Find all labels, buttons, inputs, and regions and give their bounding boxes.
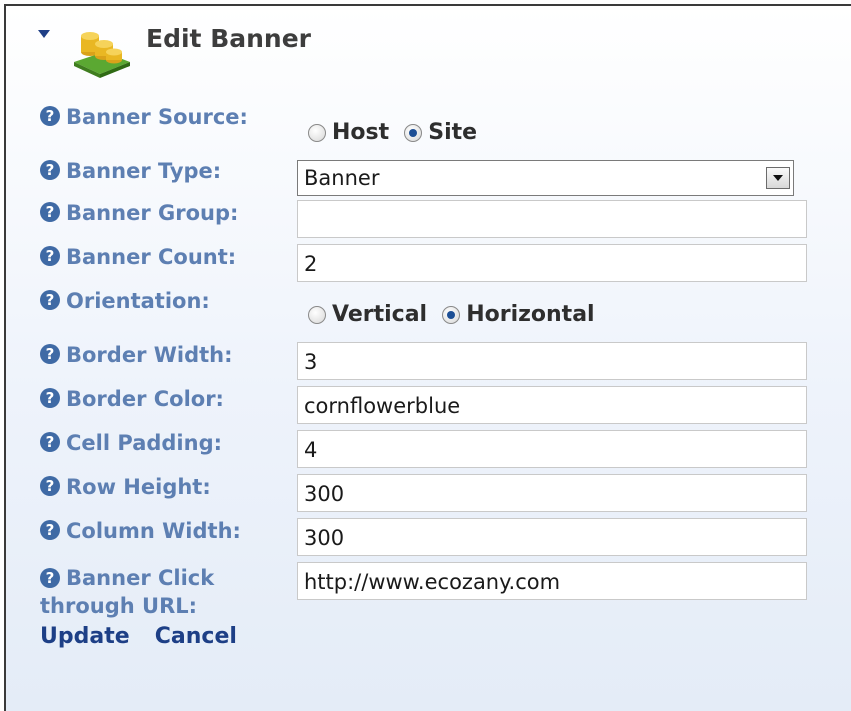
label-banner-source: Banner Source: xyxy=(66,105,248,129)
help-icon[interactable]: ? xyxy=(40,246,60,266)
radio-vertical-label[interactable]: Vertical xyxy=(332,302,427,327)
label-orientation: Orientation: xyxy=(66,289,210,313)
help-icon[interactable]: ? xyxy=(40,432,60,452)
radio-vertical[interactable] xyxy=(308,305,326,324)
banner-count-input[interactable]: 2 xyxy=(297,244,807,282)
banner-source-radio-group: Host Site xyxy=(308,120,487,145)
update-link[interactable]: Update xyxy=(40,624,130,649)
label-banner-group: Banner Group: xyxy=(66,201,239,225)
collapse-arrow-icon[interactable] xyxy=(38,30,50,38)
label-border-width: Border Width: xyxy=(66,343,233,367)
border-color-input[interactable]: cornflowerblue xyxy=(297,386,807,424)
border-width-input[interactable]: 3 xyxy=(297,342,807,380)
label-column-width: Column Width: xyxy=(66,519,241,543)
label-click-url-line1: Banner Click xyxy=(66,566,215,590)
column-width-input[interactable]: 300 xyxy=(297,518,807,556)
row-row-height: ? Row Height: xyxy=(40,476,211,498)
row-border-color: ? Border Color: xyxy=(40,388,224,410)
coins-stack-icon xyxy=(74,32,130,78)
banner-type-select[interactable]: Banner xyxy=(297,160,794,196)
label-cell-padding: Cell Padding: xyxy=(66,431,223,455)
radio-host[interactable] xyxy=(308,123,326,142)
banner-type-selected-value: Banner xyxy=(304,166,380,190)
label-banner-type: Banner Type: xyxy=(66,159,222,183)
radio-host-label[interactable]: Host xyxy=(332,120,389,145)
row-banner-source: ? Banner Source: xyxy=(40,106,248,128)
help-icon[interactable]: ? xyxy=(40,568,60,588)
row-cell-padding: ? Cell Padding: xyxy=(40,432,222,454)
form-actions: Update Cancel xyxy=(40,624,257,649)
radio-site-label[interactable]: Site xyxy=(428,120,477,145)
radio-horizontal[interactable] xyxy=(442,305,461,324)
help-icon[interactable]: ? xyxy=(40,344,60,364)
row-banner-group: ? Banner Group: xyxy=(40,202,238,224)
page-title: Edit Banner xyxy=(146,24,312,53)
cancel-link[interactable]: Cancel xyxy=(155,624,237,649)
row-border-width: ? Border Width: xyxy=(40,344,233,366)
row-orientation: ? Orientation: xyxy=(40,290,210,312)
chevron-down-icon[interactable] xyxy=(766,167,790,189)
click-url-input[interactable]: http://www.ecozany.com xyxy=(297,562,807,600)
orientation-radio-group: Vertical Horizontal xyxy=(308,302,605,327)
label-click-url: ? Banner Click through URL: xyxy=(40,564,290,620)
help-icon[interactable]: ? xyxy=(40,388,60,408)
label-click-url-line2: through URL: xyxy=(40,594,198,618)
row-column-width: ? Column Width: xyxy=(40,520,241,542)
row-banner-count: ? Banner Count: xyxy=(40,246,236,268)
row-height-input[interactable]: 300 xyxy=(297,474,807,512)
row-banner-type: ? Banner Type: xyxy=(40,160,221,182)
label-row-height: Row Height: xyxy=(66,475,211,499)
help-icon[interactable]: ? xyxy=(40,106,60,126)
radio-site[interactable] xyxy=(404,123,423,142)
help-icon[interactable]: ? xyxy=(40,290,60,310)
banner-group-input[interactable] xyxy=(297,200,807,238)
help-icon[interactable]: ? xyxy=(40,476,60,496)
help-icon[interactable]: ? xyxy=(40,160,60,180)
help-icon[interactable]: ? xyxy=(40,202,60,222)
cell-padding-input[interactable]: 4 xyxy=(297,430,807,468)
label-border-color: Border Color: xyxy=(66,387,224,411)
edit-banner-panel: Edit Banner ? Banner Source: Host Site ? B… xyxy=(4,4,851,711)
label-banner-count: Banner Count: xyxy=(66,245,237,269)
help-icon[interactable]: ? xyxy=(40,520,60,540)
radio-horizontal-label[interactable]: Horizontal xyxy=(466,302,594,327)
